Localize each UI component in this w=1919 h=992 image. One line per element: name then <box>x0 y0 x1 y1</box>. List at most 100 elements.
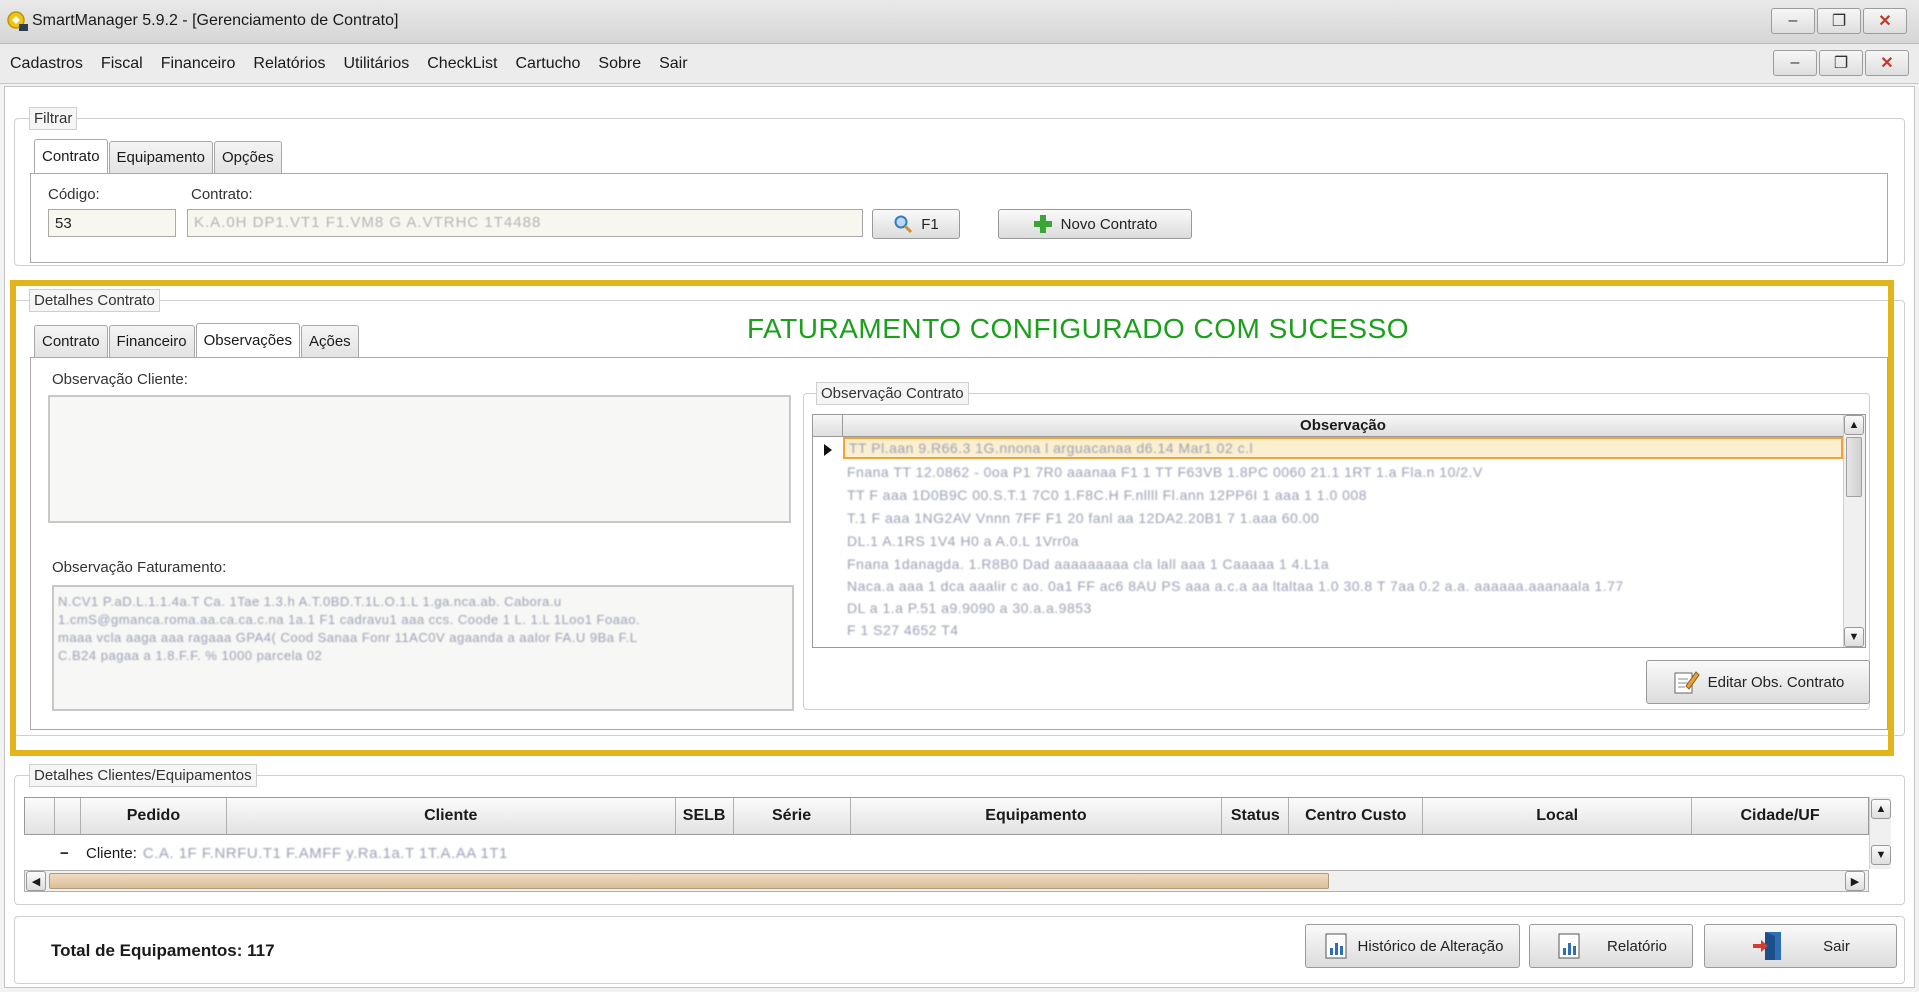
restore-button[interactable]: ❐ <box>1817 8 1861 34</box>
tab-contrato[interactable]: Contrato <box>34 139 108 173</box>
sair-button[interactable]: Sair <box>1704 924 1897 968</box>
col-centro-custo[interactable]: Centro Custo <box>1289 798 1424 834</box>
tab-acoes[interactable]: Ações <box>300 325 359 357</box>
grid-row[interactable]: Fnana TT 12.0862 - 0oa P1 7R0 aaanaa F1 … <box>847 461 1483 483</box>
obs-faturamento-line: N.CV1 P.aD.L.1.1.4a.T Ca. 1Tae 1.3.h A.T… <box>58 594 562 609</box>
col-blank <box>55 798 81 834</box>
grid-cell: Fnana 1danagda. 1.R8B0 Dad aaaaaaaaa cla… <box>847 556 1330 572</box>
total-equipamentos: Total de Equipamentos: 117 <box>51 941 275 960</box>
mdi-close-button[interactable]: ✕ <box>1865 50 1909 76</box>
codigo-input[interactable] <box>48 209 176 237</box>
mdi-minimize-button[interactable]: – <box>1773 50 1817 76</box>
menu-utilitarios[interactable]: Utilitários <box>343 55 409 73</box>
tab-opcoes[interactable]: Opções <box>213 141 282 173</box>
equip-vertical-scrollbar[interactable]: ▲ ▼ <box>1869 797 1891 869</box>
grid-cell: DL a 1.a P.51 a9.9090 a 30.a.a.9853 <box>847 600 1092 616</box>
obs-faturamento-line: C.B24 pagaa a 1.8.F.F. % 1000 parcela 02 <box>58 648 323 663</box>
col-blank <box>25 798 55 834</box>
grid-cell: Naca.a aaa 1 dca aaalir c ao. 0a1 FF ac6… <box>847 578 1624 594</box>
menu-sobre[interactable]: Sobre <box>598 55 641 73</box>
obs-grid-vertical-scrollbar[interactable]: ▲ ▼ <box>1843 415 1865 647</box>
contrato-input[interactable]: K.A.0H DP1.VT1 F1.VM8 G A.VTRHC 1T4488 <box>187 209 863 237</box>
close-button[interactable]: ✕ <box>1863 8 1907 34</box>
report-chart-icon <box>1558 933 1580 959</box>
col-status[interactable]: Status <box>1222 798 1290 834</box>
tab-equipamento[interactable]: Equipamento <box>108 141 213 173</box>
grid-row[interactable]: DL a 1.a P.51 a9.9090 a 30.a.a.9853 <box>847 597 1092 619</box>
historico-alteracao-button[interactable]: Histórico de Alteração <box>1305 924 1520 968</box>
tab-financeiro[interactable]: Financeiro <box>108 325 195 357</box>
report-chart-icon <box>1325 933 1347 959</box>
col-pedido[interactable]: Pedido <box>81 798 227 834</box>
contrato-label: Contrato: <box>191 186 253 203</box>
relatorio-button[interactable]: Relatório <box>1529 924 1693 968</box>
smartmanager-logo-icon <box>7 11 28 31</box>
novo-contrato-label: Novo Contrato <box>1060 215 1158 233</box>
equip-group-row[interactable]: − Cliente: C.A. 1F F.NRFU.T1 F.AMFF y.Ra… <box>24 836 1869 870</box>
cliente-row-value: C.A. 1F F.NRFU.T1 F.AMFF y.Ra.1a.T 1T.A.… <box>142 844 508 862</box>
obs-faturamento-textarea[interactable]: N.CV1 P.aD.L.1.1.4a.T Ca. 1Tae 1.3.h A.T… <box>52 585 794 711</box>
col-cidade-uf[interactable]: Cidade/UF <box>1692 798 1868 834</box>
menu-cartucho[interactable]: Cartucho <box>515 55 580 73</box>
scroll-thumb[interactable] <box>49 873 1329 889</box>
success-message: FATURAMENTO CONFIGURADO COM SUCESSO <box>747 313 1410 344</box>
editar-obs-contrato-button[interactable]: Editar Obs. Contrato <box>1646 660 1870 704</box>
row-pointer-icon <box>813 439 843 461</box>
obs-cliente-textarea[interactable] <box>48 395 791 523</box>
search-button-label: F1 <box>921 215 939 233</box>
col-selb[interactable]: SELB <box>676 798 734 834</box>
grid-row[interactable]: Fnana 1danagda. 1.R8B0 Dad aaaaaaaaa cla… <box>847 553 1329 575</box>
equip-horizontal-scrollbar[interactable]: ◀ ▶ <box>24 870 1869 892</box>
add-plus-icon <box>1033 215 1052 233</box>
scroll-left-icon[interactable]: ◀ <box>26 871 46 891</box>
minimize-button[interactable]: – <box>1771 8 1815 34</box>
menu-relatorios[interactable]: Relatórios <box>253 55 325 73</box>
codigo-label: Código: <box>48 186 100 203</box>
tab-observacoes[interactable]: Observações <box>195 323 300 357</box>
obs-contrato-legend: Observação Contrato <box>816 382 969 405</box>
grid-row[interactable]: DL.1 A.1RS 1V4 H0 a A.0.L 1Vrr0a <box>847 530 1079 552</box>
collapse-icon[interactable]: − <box>60 845 84 862</box>
col-local[interactable]: Local <box>1423 798 1693 834</box>
scroll-thumb[interactable] <box>1846 437 1862 497</box>
grid-cell: F 1 S27 4652 T4 <box>847 622 959 638</box>
novo-contrato-button[interactable]: Novo Contrato <box>998 209 1192 239</box>
mdi-restore-button[interactable]: ❐ <box>1819 50 1863 76</box>
col-serie[interactable]: Série <box>734 798 851 834</box>
edit-note-icon <box>1674 671 1700 694</box>
grid-cell: TT F aaa 1D0B9C 00.S.T.1 7C0 1.F8C.H F.n… <box>847 487 1368 503</box>
tab-detalhes-contrato[interactable]: Contrato <box>34 325 108 357</box>
grid-row-selected[interactable]: TT Pl.aan 9.R66.3 1G.nnona l arguacanaa … <box>843 437 1843 459</box>
obs-faturamento-line: 1.cmS@gmanca.roma.aa.ca.ca.c.na 1a.1 F1 … <box>58 612 641 627</box>
grid-row[interactable]: TT F aaa 1D0B9C 00.S.T.1 7C0 1.F8C.H F.n… <box>847 484 1367 506</box>
detalhes-tabs: Contrato Financeiro Observações Ações <box>34 323 360 357</box>
historico-alteracao-label: Histórico de Alteração <box>1357 937 1504 955</box>
equipamentos-legend: Detalhes Clientes/Equipamentos <box>29 764 257 787</box>
grid-header-observacao[interactable]: Observação <box>843 415 1843 437</box>
window-title: SmartManager 5.9.2 - [Gerenciamento de C… <box>32 12 399 29</box>
scroll-up-icon[interactable]: ▲ <box>1871 799 1891 819</box>
grid-row-header-corner <box>813 415 843 437</box>
scroll-up-icon[interactable]: ▲ <box>1844 415 1864 435</box>
scroll-down-icon[interactable]: ▼ <box>1871 845 1891 865</box>
col-cliente[interactable]: Cliente <box>227 798 676 834</box>
grid-cell: Fnana TT 12.0862 - 0oa P1 7R0 aaanaa F1 … <box>847 464 1483 480</box>
cliente-row-prefix: Cliente: <box>86 844 137 862</box>
filtrar-legend: Filtrar <box>29 107 78 130</box>
menu-financeiro[interactable]: Financeiro <box>161 55 236 73</box>
grid-row[interactable]: Naca.a aaa 1 dca aaalir c ao. 0a1 FF ac6… <box>847 575 1624 597</box>
contrato-value: K.A.0H DP1.VT1 F1.VM8 G A.VTRHC 1T4488 <box>194 214 542 231</box>
detalhes-contrato-legend: Detalhes Contrato <box>29 289 160 312</box>
grid-row[interactable]: T.1 F aaa 1NG2AV Vnnn 7FF F1 20 fanl aa … <box>847 507 1319 529</box>
scroll-right-icon[interactable]: ▶ <box>1845 871 1865 891</box>
equipamentos-table-header: Pedido Cliente SELB Série Equipamento St… <box>24 797 1869 835</box>
col-equipamento[interactable]: Equipamento <box>851 798 1223 834</box>
menu-cadastros[interactable]: Cadastros <box>10 55 83 73</box>
search-button[interactable]: F1 <box>872 209 960 239</box>
scroll-down-icon[interactable]: ▼ <box>1844 627 1864 647</box>
menu-sair[interactable]: Sair <box>659 55 687 73</box>
grid-row[interactable]: F 1 S27 4652 T4 <box>847 619 959 641</box>
menu-checklist[interactable]: CheckList <box>427 55 497 73</box>
menu-fiscal[interactable]: Fiscal <box>101 55 143 73</box>
relatorio-label: Relatório <box>1606 937 1668 955</box>
